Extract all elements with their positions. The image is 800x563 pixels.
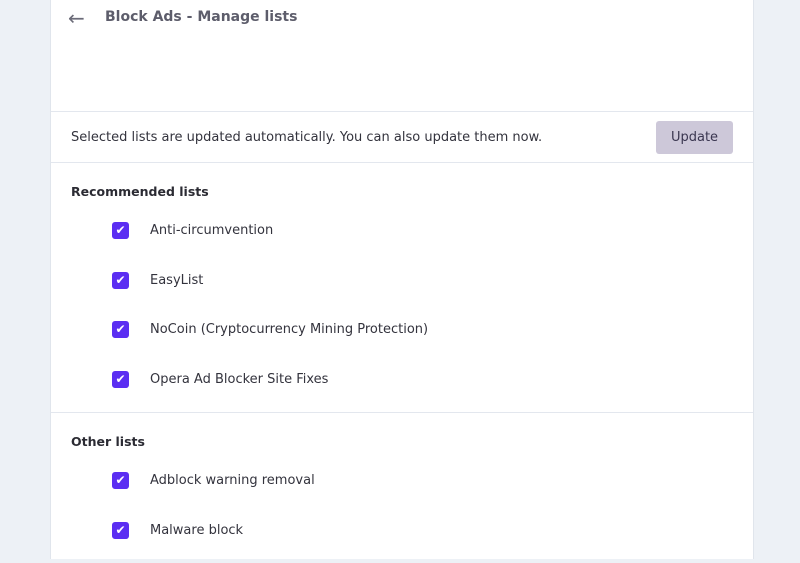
page-title: Block Ads - Manage lists bbox=[105, 9, 297, 25]
list-item[interactable]: ✔ Opera Ad Blocker Site Fixes bbox=[51, 363, 753, 413]
checkbox-checked-icon[interactable]: ✔ bbox=[112, 371, 129, 388]
update-row: Selected lists are updated automatically… bbox=[51, 112, 753, 163]
list-item-label: NoCoin (Cryptocurrency Mining Protection… bbox=[150, 322, 428, 337]
list-item[interactable]: ✔ Malware block bbox=[51, 514, 753, 563]
list-item-label: Opera Ad Blocker Site Fixes bbox=[150, 372, 328, 387]
list-item-label: Anti-circumvention bbox=[150, 223, 273, 238]
list-item-label: EasyList bbox=[150, 273, 203, 288]
section-title: Recommended lists bbox=[51, 163, 753, 208]
list-item[interactable]: ✔ EasyList bbox=[51, 264, 753, 314]
checkbox-checked-icon[interactable]: ✔ bbox=[112, 321, 129, 338]
list-item-label: Adblock warning removal bbox=[150, 473, 315, 488]
list-item[interactable]: ✔ NoCoin (Cryptocurrency Mining Protectio… bbox=[51, 313, 753, 363]
list-item-label: Malware block bbox=[150, 523, 243, 538]
update-description: Selected lists are updated automatically… bbox=[71, 130, 542, 145]
list-item[interactable]: ✔ Anti-circumvention bbox=[51, 214, 753, 264]
settings-panel: ← Block Ads - Manage lists Selected list… bbox=[50, 0, 754, 559]
checkbox-checked-icon[interactable]: ✔ bbox=[112, 522, 129, 539]
list-item[interactable]: ✔ Adblock warning removal bbox=[51, 464, 753, 514]
page-header: ← Block Ads - Manage lists bbox=[51, 0, 753, 112]
recommended-lists-section: Recommended lists ✔ Anti-circumvention ✔ E… bbox=[51, 163, 753, 413]
checkbox-checked-icon[interactable]: ✔ bbox=[112, 222, 129, 239]
back-arrow-icon[interactable]: ← bbox=[68, 6, 92, 30]
update-button[interactable]: Update bbox=[656, 121, 733, 154]
other-lists-section: Other lists ✔ Adblock warning removal ✔ Ma… bbox=[51, 413, 753, 563]
section-title: Other lists bbox=[51, 413, 753, 458]
checkbox-checked-icon[interactable]: ✔ bbox=[112, 272, 129, 289]
checkbox-checked-icon[interactable]: ✔ bbox=[112, 472, 129, 489]
